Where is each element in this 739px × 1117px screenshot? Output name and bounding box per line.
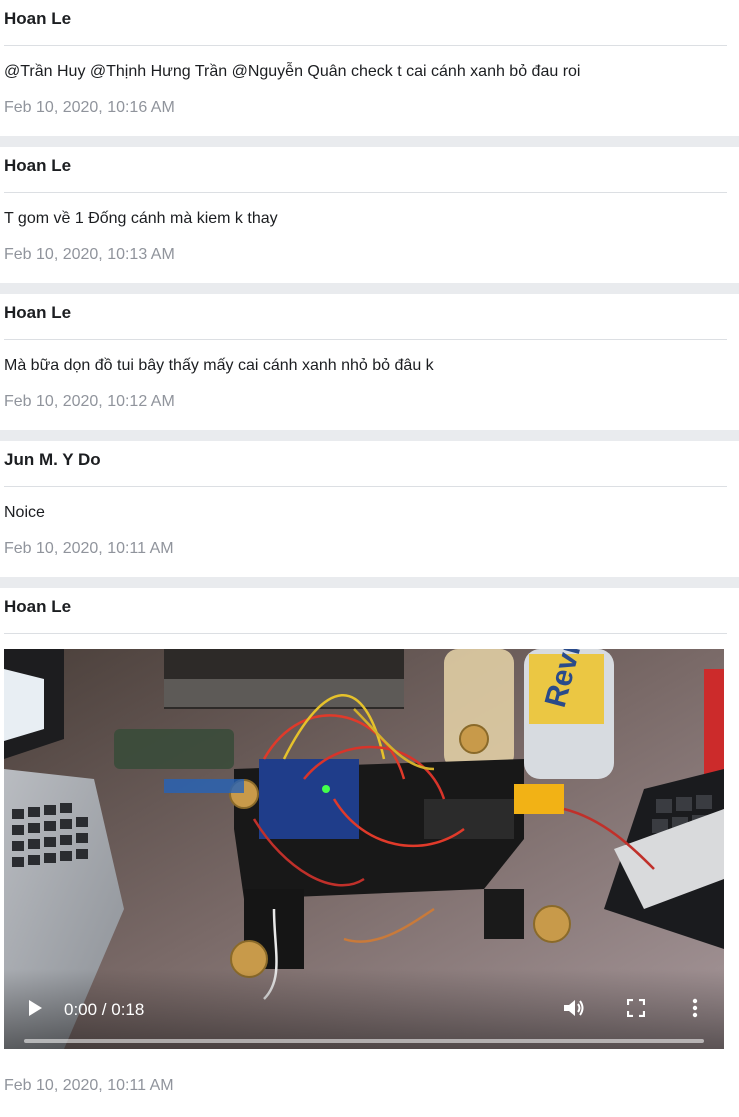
author-name[interactable]: Hoan Le [4, 156, 71, 176]
author-name[interactable]: Jun M. Y Do [4, 450, 101, 470]
post-timestamp: Feb 10, 2020, 10:11 AM [4, 540, 174, 557]
play-button[interactable] [24, 999, 46, 1021]
post-timestamp: Feb 10, 2020, 10:12 AM [4, 393, 175, 410]
media-container: Revi 0:00 / 0:18 [4, 634, 739, 1049]
post-header: Hoan Le [4, 588, 727, 634]
author-name[interactable]: Hoan Le [4, 597, 71, 617]
post-separator [0, 430, 739, 441]
volume-icon [563, 998, 585, 1023]
video-player[interactable]: Revi 0:00 / 0:18 [4, 649, 724, 1049]
post: Hoan Le @Trần Huy @Thịnh Hưng Trần @Nguy… [0, 0, 739, 136]
more-options-button[interactable] [684, 998, 706, 1022]
author-name[interactable]: Hoan Le [4, 9, 71, 29]
post-timestamp: Feb 10, 2020, 10:13 AM [4, 246, 175, 263]
fullscreen-icon [626, 998, 646, 1022]
post-header: Jun M. Y Do [4, 441, 727, 487]
post-text: Mà bữa dọn đồ tui bây thấy mấy cai cánh … [4, 357, 434, 374]
post-header: Hoan Le [4, 147, 727, 193]
post-header: Hoan Le [4, 0, 727, 46]
video-progress-bar[interactable] [24, 1039, 704, 1043]
post-text: @Trần Huy @Thịnh Hưng Trần @Nguyễn Quân … [4, 63, 581, 80]
post-separator [0, 136, 739, 147]
message-feed: Hoan Le @Trần Huy @Thịnh Hưng Trần @Nguy… [0, 0, 739, 1095]
more-vertical-icon [692, 998, 698, 1023]
video-time: 0:00 / 0:18 [64, 1000, 145, 1019]
play-icon [27, 999, 43, 1022]
volume-button[interactable] [562, 998, 586, 1022]
post-header: Hoan Le [4, 294, 727, 340]
post-timestamp: Feb 10, 2020, 10:11 AM [4, 1077, 174, 1094]
video-controls: 0:00 / 0:18 [4, 969, 724, 1049]
fullscreen-button[interactable] [624, 998, 648, 1022]
post: Hoan Le T gom về 1 Đống cánh mà kiem k t… [0, 147, 739, 283]
post-timestamp: Feb 10, 2020, 10:16 AM [4, 99, 175, 116]
post-text: Noice [4, 504, 45, 521]
post-text: T gom về 1 Đống cánh mà kiem k thay [4, 210, 278, 227]
post-separator [0, 577, 739, 588]
author-name[interactable]: Hoan Le [4, 303, 71, 323]
post-separator [0, 283, 739, 294]
video-post: Hoan Le Revi 0:00 / 0:18 Feb 10, 2020, 1… [0, 588, 739, 1095]
post: Hoan Le Mà bữa dọn đồ tui bây thấy mấy c… [0, 294, 739, 430]
post: Jun M. Y Do Noice Feb 10, 2020, 10:11 AM [0, 441, 739, 577]
